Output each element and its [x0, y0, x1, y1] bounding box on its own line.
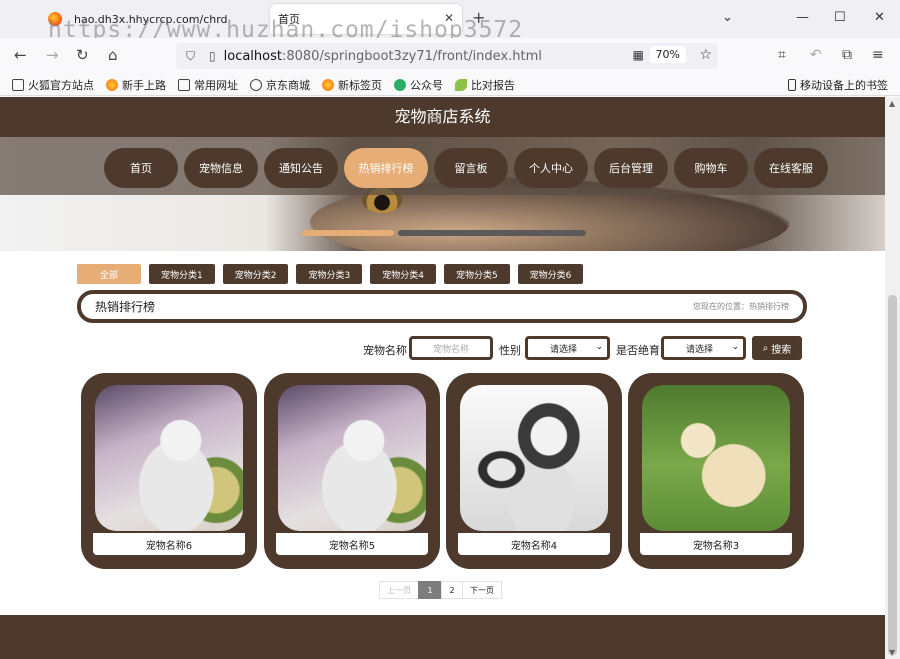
product-name[interactable]: 宠物名称4 — [458, 533, 610, 555]
product-image[interactable] — [95, 385, 243, 531]
nav-home[interactable]: 首页 — [104, 148, 178, 188]
category-6[interactable]: 宠物分类6 — [517, 264, 584, 284]
gender-select[interactable]: 请选择 ⌄ — [525, 336, 610, 360]
search-icon: ⌕ — [762, 342, 769, 354]
hero-banner: 首页 宠物信息 通知公告 热销排行榜 留言板 个人中心 后台管理 购物车 在线客… — [0, 137, 885, 251]
nav-online-service[interactable]: 在线客服 — [754, 148, 828, 188]
category-3[interactable]: 宠物分类3 — [296, 264, 363, 284]
carousel-dot[interactable] — [398, 230, 586, 236]
firefox-icon — [106, 78, 118, 91]
home-icon[interactable]: ⌂ — [108, 46, 118, 64]
product-name[interactable]: 宠物名称3 — [640, 533, 792, 555]
forward-icon[interactable]: → — [46, 46, 59, 64]
product-card[interactable]: 宠物名称4 — [446, 373, 622, 569]
category-1[interactable]: 宠物分类1 — [149, 264, 215, 284]
carousel-indicators — [302, 230, 586, 236]
product-name[interactable]: 宠物名称5 — [276, 533, 428, 555]
category-4[interactable]: 宠物分类4 — [370, 264, 436, 284]
site-title: 宠物商店系统 — [0, 97, 885, 137]
product-name[interactable]: 宠物名称6 — [93, 533, 245, 555]
back-icon[interactable]: ← — [14, 46, 27, 64]
screenshot-icon[interactable]: ⌗ — [778, 47, 786, 63]
maximize-icon[interactable]: ☐ — [834, 10, 846, 25]
nav-notices[interactable]: 通知公告 — [264, 148, 338, 188]
gender-label: 性别 — [499, 344, 521, 357]
pagination: 上一页 1 2 下一页 — [379, 581, 502, 599]
browser-navbar: ← → ↻ ⌂ ⛉ ▯ localhost:8080/springboot3zy… — [0, 38, 900, 74]
mobile-icon — [788, 79, 796, 91]
search-button[interactable]: ⌕ 搜索 — [752, 336, 802, 360]
folder-icon — [178, 78, 190, 91]
site-footer — [0, 615, 885, 659]
category-5[interactable]: 宠物分类5 — [443, 264, 510, 284]
firefox-icon — [322, 78, 334, 91]
nav-message-board[interactable]: 留言板 — [434, 148, 508, 188]
minimize-icon[interactable]: — — [796, 10, 809, 25]
product-image[interactable] — [460, 385, 608, 531]
qr-code-icon[interactable]: ▦ — [633, 48, 644, 62]
tab-list-icon[interactable]: ⌄ — [722, 10, 733, 25]
product-image[interactable] — [642, 385, 790, 531]
section-title: 热销排行榜 — [95, 300, 156, 314]
page-scrollbar[interactable]: ▲ ▼ — [885, 97, 900, 659]
sterilized-label: 是否绝育 — [616, 344, 660, 357]
category-filter: 全部 宠物分类1 宠物分类2 宠物分类3 宠物分类4 宠物分类5 宠物分类6 — [77, 264, 584, 284]
nav-cart[interactable]: 购物车 — [674, 148, 748, 188]
page-icon: ▯ — [209, 49, 216, 63]
product-card[interactable]: 宠物名称6 — [81, 373, 257, 569]
breadcrumb: 您现在的位置：热销排行榜 — [693, 302, 789, 311]
bookmark-item[interactable]: 常用网址 — [178, 77, 238, 93]
pager-prev[interactable]: 上一页 — [379, 581, 419, 599]
bookmark-item[interactable]: 新手上路 — [106, 77, 166, 93]
bookmark-item[interactable]: 京东商城 — [250, 77, 310, 93]
product-card[interactable]: 宠物名称3 — [628, 373, 804, 569]
url-bar[interactable]: ⛉ ▯ localhost:8080/springboot3zy71/front… — [176, 43, 718, 69]
leaf-icon — [455, 78, 467, 91]
folder-icon — [12, 78, 24, 91]
bookmark-item[interactable]: 新标签页 — [322, 77, 382, 93]
product-image[interactable] — [278, 385, 426, 531]
nav-pet-info[interactable]: 宠物信息 — [184, 148, 258, 188]
nav-user-center[interactable]: 个人中心 — [514, 148, 588, 188]
extensions-icon[interactable]: ⧉ — [842, 47, 852, 63]
scroll-up-icon[interactable]: ▲ — [889, 99, 895, 108]
menu-icon[interactable]: ≡ — [872, 47, 884, 63]
pet-name-input[interactable]: 宠物名称 — [409, 336, 493, 360]
url-text: localhost:8080/springboot3zy71/front/ind… — [223, 48, 542, 64]
category-2[interactable]: 宠物分类2 — [222, 264, 289, 284]
bookmark-item[interactable]: 公众号 — [394, 77, 443, 93]
scroll-thumb[interactable] — [888, 295, 897, 655]
pager-page[interactable]: 2 — [441, 581, 463, 599]
mobile-bookmarks[interactable]: 移动设备上的书签 — [788, 77, 888, 93]
bookmark-item[interactable]: 比对报告 — [455, 77, 515, 93]
scroll-down-icon[interactable]: ▼ — [889, 648, 895, 657]
page-viewport: 宠物商店系统 首页 宠物信息 通知公告 热销排行榜 留言板 个人中心 后台管理 … — [0, 97, 885, 659]
pet-name-label: 宠物名称 — [363, 344, 407, 357]
bookmarks-bar: 火狐官方站点 新手上路 常用网址 京东商城 新标签页 公众号 比对报告 移动设备… — [0, 74, 900, 96]
pager-next[interactable]: 下一页 — [462, 581, 502, 599]
reload-icon[interactable]: ↻ — [76, 46, 89, 64]
zoom-level[interactable]: 70% — [649, 46, 686, 63]
bookmark-item[interactable]: 火狐官方站点 — [12, 77, 94, 93]
section-title-bar: 热销排行榜 您现在的位置：热销排行榜 — [77, 290, 807, 323]
globe-icon — [250, 78, 262, 91]
main-nav: 首页 宠物信息 通知公告 热销排行榜 留言板 个人中心 后台管理 购物车 在线客… — [104, 148, 828, 188]
wechat-icon — [394, 78, 406, 91]
sterilized-select[interactable]: 请选择 ⌄ — [661, 336, 746, 360]
window-close-icon[interactable]: ✕ — [874, 10, 885, 25]
bookmark-star-icon[interactable]: ☆ — [699, 47, 712, 63]
undo-icon[interactable]: ↶ — [810, 47, 822, 63]
category-all[interactable]: 全部 — [77, 264, 141, 284]
product-card[interactable]: 宠物名称5 — [264, 373, 440, 569]
nav-admin[interactable]: 后台管理 — [594, 148, 668, 188]
shield-icon: ⛉ — [186, 48, 196, 63]
carousel-dot-active[interactable] — [302, 230, 394, 236]
pager-page[interactable]: 1 — [418, 581, 442, 599]
chevron-down-icon: ⌄ — [595, 342, 603, 352]
chevron-down-icon: ⌄ — [731, 342, 739, 352]
nav-hot-ranking[interactable]: 热销排行榜 — [344, 148, 428, 188]
